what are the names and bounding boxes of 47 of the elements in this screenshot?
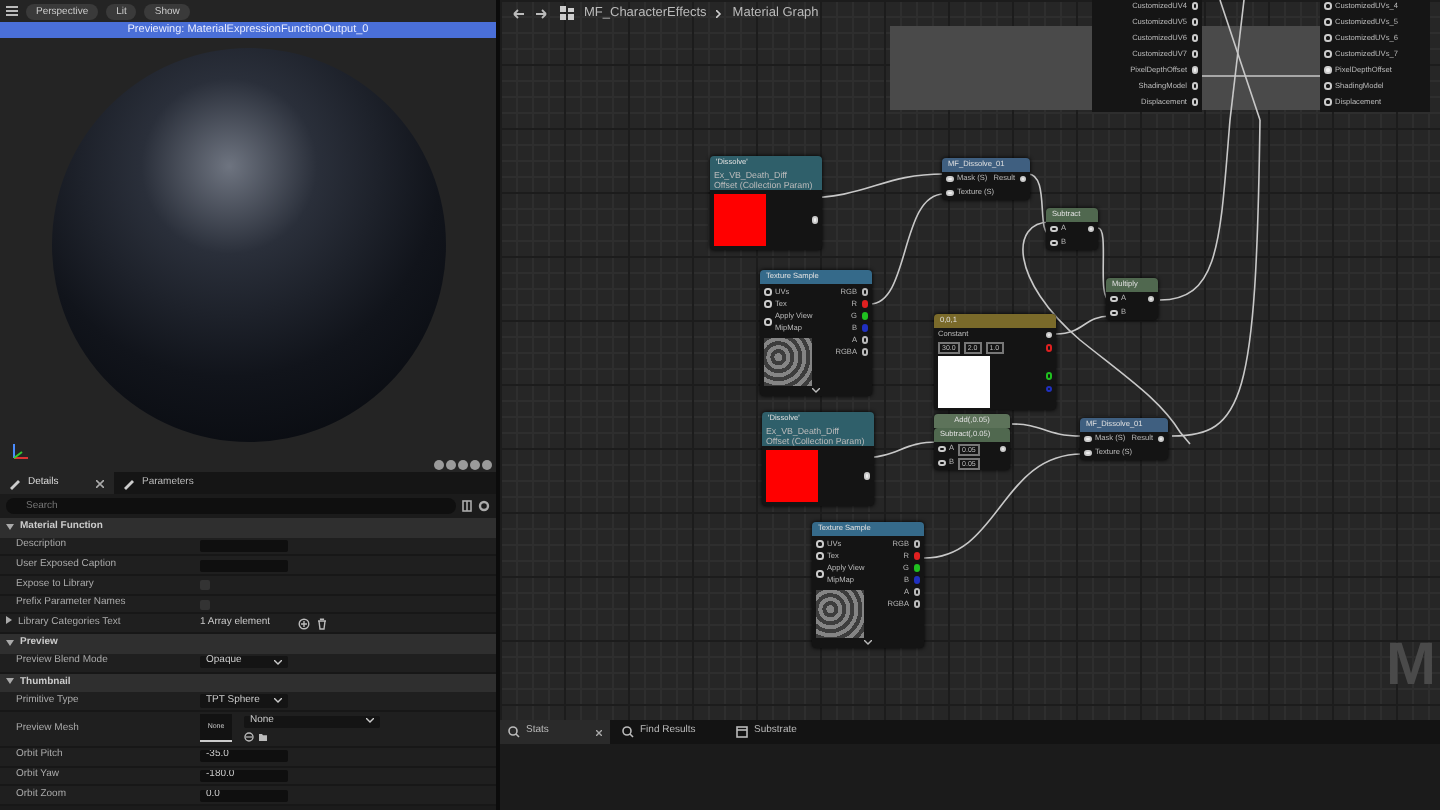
pin-icon[interactable]	[861, 288, 868, 296]
collapse-caret-icon	[6, 639, 14, 648]
use-asset-icon[interactable]	[244, 732, 254, 743]
caret-icon	[274, 698, 282, 705]
caret-icon	[274, 659, 282, 666]
browse-folder-icon[interactable]	[258, 732, 268, 743]
pin-icon[interactable]	[913, 588, 920, 596]
comment-box[interactable]	[1202, 26, 1320, 110]
pin-icon[interactable]	[913, 600, 920, 608]
color-swatch	[938, 356, 990, 408]
delete-icon[interactable]	[316, 617, 329, 630]
caret-icon	[366, 718, 374, 725]
pencil-icon	[10, 477, 22, 489]
columns-icon[interactable]	[462, 500, 472, 512]
menu-icon[interactable]	[6, 4, 18, 18]
expand-caret-icon[interactable]	[6, 616, 14, 625]
text-field[interactable]	[200, 540, 288, 553]
pin-icon[interactable]	[861, 336, 868, 344]
texture-preview	[764, 338, 812, 386]
checkbox[interactable]	[200, 579, 210, 590]
checkbox[interactable]	[200, 599, 210, 610]
close-icon[interactable]	[596, 729, 602, 735]
layers-icon	[736, 726, 748, 738]
texture-preview	[816, 590, 864, 638]
view-mode-icons[interactable]	[434, 460, 492, 470]
pencil-icon	[124, 477, 136, 489]
close-icon[interactable]	[96, 479, 104, 487]
add-icon[interactable]	[298, 617, 311, 630]
search-icon	[622, 726, 634, 738]
pin-icon[interactable]	[861, 312, 868, 320]
axis-gizmo-icon	[8, 440, 32, 464]
expand-caret-icon[interactable]	[812, 388, 820, 394]
forward-arrow-icon[interactable]	[536, 7, 550, 19]
pin-icon[interactable]	[861, 348, 868, 356]
expand-caret-icon[interactable]	[864, 640, 872, 646]
pin-icon[interactable]	[1045, 372, 1052, 379]
collapse-caret-icon	[6, 523, 14, 532]
graph-canvas[interactable]	[500, 0, 1440, 720]
pin-icon[interactable]	[913, 564, 920, 572]
settings-icon[interactable]	[478, 500, 490, 512]
color-swatch	[714, 194, 766, 246]
color-swatch	[766, 450, 818, 502]
back-arrow-icon[interactable]	[512, 7, 526, 19]
pin-icon[interactable]	[913, 540, 920, 548]
collapse-caret-icon	[6, 678, 14, 687]
chevron-icon	[716, 9, 723, 17]
graph-icon	[560, 6, 574, 20]
